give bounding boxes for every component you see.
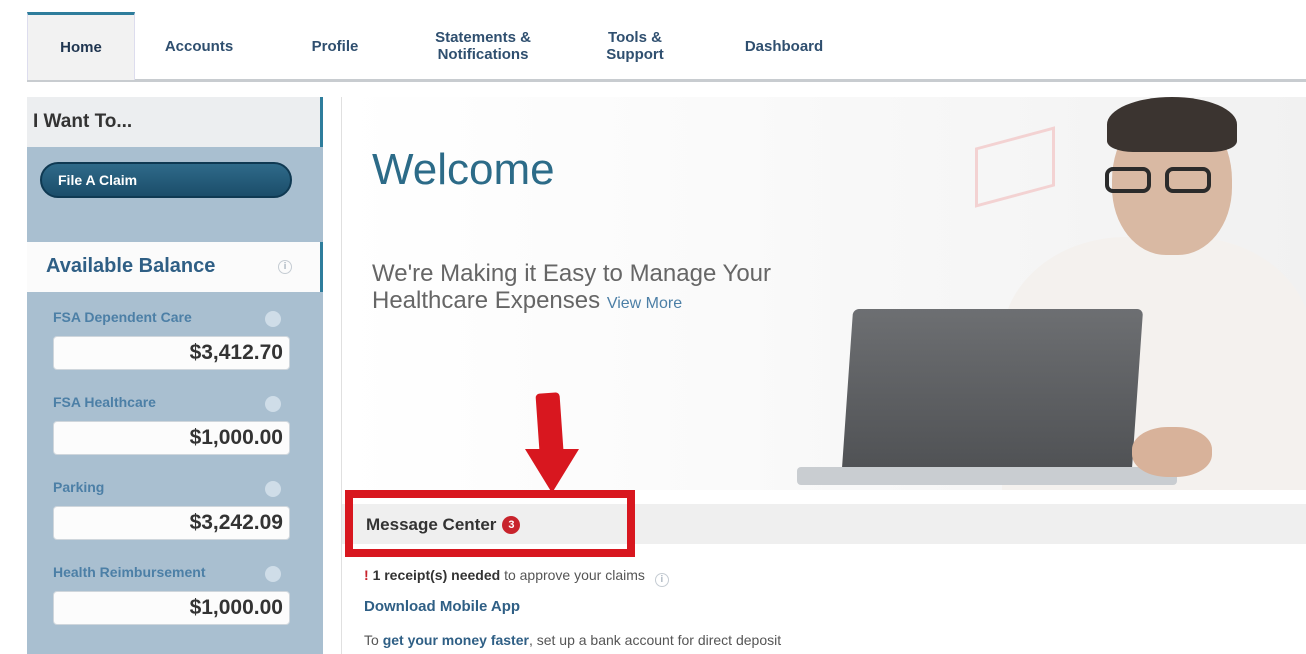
account-label-health-reimbursement: Health Reimbursement: [53, 564, 206, 580]
account-label-fsa-healthcare: FSA Healthcare: [53, 394, 156, 410]
welcome-heading: Welcome: [372, 145, 555, 194]
receipt-needed-suffix: to approve your claims: [504, 567, 645, 583]
get-money-faster-link[interactable]: get your money faster: [383, 632, 529, 648]
balance-fsa-dependent-care: $3,412.70: [53, 336, 290, 370]
tab-statements-line1: Statements &: [435, 29, 531, 46]
hero-hand: [1132, 427, 1212, 477]
tab-home[interactable]: Home: [27, 12, 135, 80]
tab-statements-notifications[interactable]: Statements & Notifications: [413, 12, 553, 80]
main-panel: Welcome We're Making it Easy to Manage Y…: [341, 97, 1306, 654]
view-more-link[interactable]: View More: [607, 295, 682, 312]
welcome-tagline: We're Making it Easy to Manage Your Heal…: [372, 260, 892, 317]
i-want-to-header: I Want To...: [27, 97, 323, 147]
tagline-text: We're Making it Easy to Manage Your Heal…: [372, 260, 772, 314]
hero-person-hair: [1107, 97, 1237, 152]
info-icon[interactable]: [265, 481, 281, 497]
account-label-fsa-dependent-care: FSA Dependent Care: [53, 309, 192, 325]
deposit-suffix: , set up a bank account for direct depos…: [528, 632, 782, 648]
direct-deposit-message: To get your money faster, set up a bank …: [364, 632, 781, 648]
hero-glasses: [1105, 167, 1215, 195]
receipt-needed-message: ! 1 receipt(s) needed to approve your cl…: [364, 567, 669, 587]
top-navigation: Home Accounts Profile Statements & Notif…: [27, 12, 1306, 82]
info-icon[interactable]: [265, 396, 281, 412]
tab-tools-line1: Tools &: [608, 29, 662, 46]
info-icon[interactable]: [265, 311, 281, 327]
annotation-arrow-head: [525, 449, 579, 493]
hero-decoration: [975, 126, 1055, 208]
file-a-claim-button[interactable]: File A Claim: [40, 162, 292, 198]
i-want-to-title: I Want To...: [33, 111, 133, 132]
available-balance-header: Available Balance i: [27, 242, 323, 292]
tab-tools-line2: Support: [606, 46, 664, 63]
tab-tools-support[interactable]: Tools & Support: [595, 12, 675, 80]
tab-profile[interactable]: Profile: [295, 12, 375, 80]
info-icon[interactable]: i: [654, 573, 669, 587]
account-label-parking: Parking: [53, 479, 105, 495]
available-balance-title: Available Balance: [46, 255, 216, 277]
hero-laptop: [840, 309, 1144, 484]
info-icon[interactable]: i: [278, 260, 292, 274]
tab-dashboard[interactable]: Dashboard: [729, 12, 839, 80]
alert-icon: !: [364, 567, 369, 583]
tab-accounts[interactable]: Accounts: [139, 12, 259, 80]
balance-parking: $3,242.09: [53, 506, 290, 540]
sidebar: I Want To... File A Claim Available Bala…: [27, 97, 323, 654]
info-icon[interactable]: [265, 566, 281, 582]
balance-health-reimbursement: $1,000.00: [53, 591, 290, 625]
balance-fsa-healthcare: $1,000.00: [53, 421, 290, 455]
hero-laptop-base: [797, 467, 1177, 485]
annotation-highlight-box: [345, 490, 635, 557]
welcome-hero: Welcome We're Making it Easy to Manage Y…: [342, 97, 1306, 490]
deposit-prefix: To: [364, 632, 379, 648]
tab-statements-line2: Notifications: [437, 46, 529, 63]
download-mobile-app-link[interactable]: Download Mobile App: [364, 598, 520, 615]
receipt-needed-link[interactable]: 1 receipt(s) needed: [373, 567, 501, 583]
